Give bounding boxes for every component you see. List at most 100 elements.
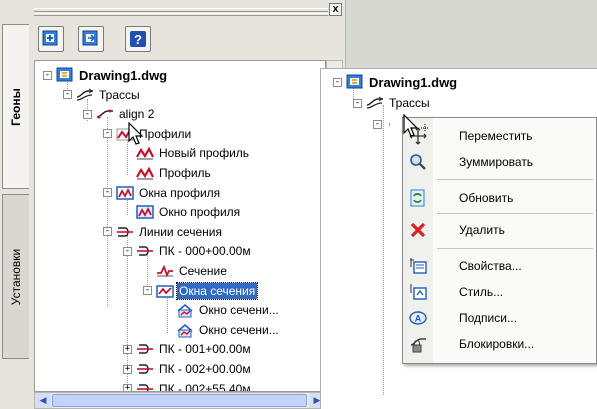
tree-node[interactable]: - Drawing1.dwg: [43, 66, 169, 84]
expand-toggle[interactable]: +: [123, 384, 132, 391]
menu-separator: [437, 213, 593, 214]
tree-node[interactable]: - Профили: [103, 125, 193, 143]
navigate-button[interactable]: [78, 26, 104, 52]
tree-node[interactable]: - Трассы: [63, 86, 142, 104]
close-button[interactable]: x: [329, 3, 342, 16]
tree-node-label: Окна сечения: [175, 281, 259, 300]
help-button[interactable]: ?: [125, 26, 151, 52]
tree-node-label: Трассы: [99, 87, 140, 102]
menu-item-label: Подписи...: [459, 311, 517, 325]
profile-icon: [136, 165, 154, 181]
sample-line-icon: [136, 381, 154, 391]
collapse-toggle[interactable]: -: [103, 188, 112, 198]
panel-grip[interactable]: [34, 8, 328, 12]
svg-text:A: A: [415, 314, 422, 324]
tab-label: Геоны: [9, 87, 24, 126]
add-button[interactable]: [38, 26, 64, 52]
collapse-toggle[interactable]: -: [103, 129, 112, 139]
tree-node[interactable]: - Линии сечения: [103, 223, 224, 241]
tree-node-label: Сечение: [179, 264, 227, 278]
tree-node-label: ПК - 000+00.00м: [159, 244, 251, 259]
tab-ustanovki[interactable]: Установки: [2, 194, 29, 359]
menu-separator: [437, 179, 593, 180]
menu-item-move[interactable]: Переместить: [403, 124, 596, 148]
prospector-tree: - Drawing1.dwg - Трассы - align 2- Профили Новы…: [34, 60, 326, 392]
menu-item-labels[interactable]: A Подписи...: [403, 306, 596, 330]
context-menu: Переместить Зуммировать Обновить Удалить Сво…: [402, 117, 597, 364]
tab-label: Установки: [9, 248, 24, 305]
tree-node[interactable]: + ПК - 001+00.00м: [123, 340, 253, 358]
collapse-toggle[interactable]: -: [373, 119, 382, 129]
tree-connector: [107, 117, 108, 307]
expand-toggle[interactable]: +: [123, 344, 132, 354]
collapse-toggle[interactable]: -: [63, 90, 72, 100]
tree-node-label: Окно профиля: [159, 205, 241, 220]
tree-node[interactable]: - align 2: [83, 105, 156, 123]
tree-node[interactable]: + ПК - 002+55.40м: [123, 380, 253, 392]
add-icon: [42, 30, 58, 46]
tree-node-label: Профили: [139, 126, 192, 141]
collapse-toggle[interactable]: -: [43, 70, 52, 80]
tree-node-label: Окно сечени...: [199, 322, 279, 337]
expand-toggle[interactable]: +: [123, 364, 132, 374]
svg-text:?: ?: [134, 32, 142, 47]
menu-item-label: Зуммировать: [459, 155, 534, 169]
profile-view-icon: [136, 204, 154, 220]
menu-item-properties[interactable]: Свойства...: [403, 254, 596, 278]
menu-item-style[interactable]: Стиль...: [403, 280, 596, 304]
panel-grip-lower: [34, 13, 328, 16]
tree-node-label: Окна профиля: [139, 185, 221, 200]
locks-icon: [403, 335, 433, 353]
tree-node-label: Новый профиль: [159, 146, 250, 161]
horizontal-scrollbar[interactable]: ◀ ▶: [34, 392, 326, 409]
scroll-left-icon[interactable]: ◀: [35, 393, 51, 408]
collapse-toggle[interactable]: -: [103, 227, 112, 237]
sample-lines-icon: [116, 224, 134, 240]
menu-item-label: Переместить: [459, 129, 533, 143]
collapse-toggle[interactable]: -: [333, 77, 342, 87]
collapse-toggle[interactable]: -: [83, 109, 92, 119]
menu-item-label: Блокировки...: [459, 337, 535, 351]
nav-icon: [82, 30, 98, 46]
collapse-toggle[interactable]: -: [353, 98, 362, 108]
move-cursor-icon: [403, 114, 429, 137]
menu-item-refresh[interactable]: Обновить: [403, 186, 596, 210]
tree-node-label: Drawing1.dwg: [79, 67, 168, 83]
tree-node[interactable]: - Drawing1.dwg: [333, 73, 459, 91]
tree-node-label: align 2: [119, 107, 155, 122]
menu-item-label: Удалить: [459, 223, 505, 237]
tree-node[interactable]: - Трассы: [353, 94, 432, 112]
sample-line-icon: [136, 341, 154, 357]
alignments-icon: [366, 95, 384, 111]
tree-node[interactable]: - Окна профиля: [103, 184, 222, 202]
vertical-tabs: Геоны Установки: [0, 20, 30, 409]
refresh-icon: [403, 189, 433, 207]
tree-node[interactable]: - ПК - 000+00.00м: [123, 242, 253, 260]
menu-item-label: Обновить: [459, 191, 514, 205]
tree-node-label: Профиль: [159, 166, 211, 180]
tree-node[interactable]: Окно сечени...: [163, 301, 281, 319]
menu-item-label: Свойства...: [459, 259, 522, 273]
tab-geony[interactable]: Геоны: [2, 24, 29, 189]
collapse-toggle[interactable]: -: [123, 246, 132, 256]
collapse-toggle[interactable]: -: [143, 286, 152, 296]
tree-node[interactable]: - Окна сечения: [143, 281, 259, 300]
tree-node[interactable]: Сечение: [143, 262, 229, 280]
section-views-icon: [156, 283, 174, 299]
mouse-cursor-icon: [128, 122, 144, 145]
menu-item-locks[interactable]: Блокировки...: [403, 332, 596, 356]
tree-node[interactable]: Новый профиль: [123, 144, 251, 162]
tree-node[interactable]: + ПК - 002+00.00м: [123, 360, 253, 378]
profile-icon: [136, 145, 154, 161]
section-icon: [156, 263, 174, 279]
menu-item-delete[interactable]: Удалить: [403, 218, 596, 242]
tree-node[interactable]: Окно профиля: [123, 203, 242, 221]
menu-item-label: Стиль...: [459, 285, 504, 299]
drawing-icon: [56, 67, 74, 83]
menu-item-zoom[interactable]: Зуммировать: [403, 150, 596, 174]
tree-node[interactable]: Профиль: [123, 164, 213, 182]
tree-node[interactable]: Окно сечени...: [163, 321, 281, 339]
tree-node-label: ПК - 002+55.40м: [159, 381, 251, 392]
scroll-thumb[interactable]: [52, 394, 307, 407]
tree-node-label: Drawing1.dwg: [369, 74, 458, 90]
